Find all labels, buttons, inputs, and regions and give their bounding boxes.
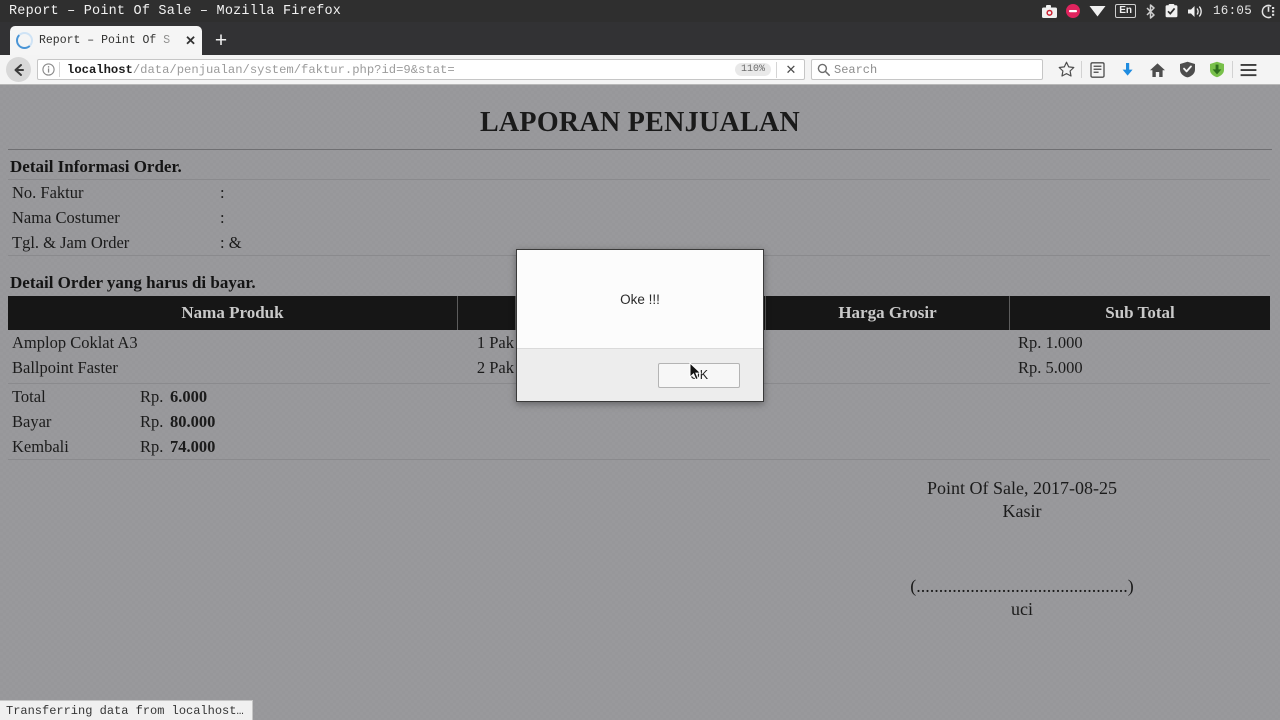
tray-clock[interactable]: 16:05 [1213,4,1252,18]
status-text: Transferring data from localhost… [6,703,244,718]
totals-label: Total [12,386,46,406]
addon-download-icon[interactable] [1202,57,1232,83]
cell-nama-produk: Amplop Coklat A3 [12,333,138,352]
footer-role: Kasir [1002,501,1042,521]
wifi-icon[interactable] [1089,5,1106,17]
new-tab-button[interactable]: + [212,30,230,51]
stop-loading-icon[interactable]: ✕ [781,62,801,78]
library-icon[interactable] [1082,57,1112,83]
info-label: No. Faktur [12,182,84,202]
totals-label: Bayar [12,411,52,431]
url-path: /data/penjualan/system/faktur.php?id=9&s… [132,62,455,77]
url-text: localhost/data/penjualan/system/faktur.p… [67,63,735,77]
cell-harga-grosir [766,355,1010,380]
cell-harga-grosir [766,330,1010,355]
page-title: LAPORAN PENJUALAN [479,107,801,138]
back-button[interactable] [6,57,31,82]
keyboard-layout-icon[interactable]: En [1115,4,1136,18]
url-host: localhost [67,62,133,77]
downloads-icon[interactable] [1112,57,1142,83]
cell-sub-total: Rp. 5.000 [1018,358,1083,377]
address-bar-divider [59,62,60,77]
totals-currency: Rp. [140,436,164,456]
totals-currency: Rp. [140,411,164,431]
column-header-nama-produk: Nama Produk [8,296,458,330]
column-header-sub-total: Sub Total [1105,303,1175,322]
search-input[interactable]: Search [834,63,877,77]
navigation-toolbar: localhost/data/penjualan/system/faktur.p… [0,55,1280,85]
zoom-level-badge[interactable]: 110% [734,63,771,76]
section-heading-info: Detail Informasi Order. [10,157,182,176]
tab-loading-spinner-icon [16,32,33,49]
browser-toolbar-icons [1051,57,1263,83]
window-title: Report – Point Of Sale – Mozilla Firefox [9,3,342,19]
camera-icon[interactable] [1042,4,1058,18]
checkbox-icon[interactable] [1165,4,1178,18]
info-row: Nama Costumer : [8,205,1270,230]
totals-label: Kembali [12,436,69,456]
info-label: Tgl. & Jam Order [12,232,130,252]
do-not-disturb-icon[interactable] [1066,4,1081,18]
totals-currency: Rp. [140,386,164,406]
tab-title: Report – Point Of S [39,34,171,47]
address-bar[interactable]: localhost/data/penjualan/system/faktur.p… [37,59,805,80]
info-label: Nama Costumer [12,207,120,227]
order-info-table: No. Faktur : Nama Costumer : Tgl. & Jam … [8,179,1270,256]
browser-tab[interactable]: Report – Point Of S ✕ [10,26,202,55]
totals-amount: 6.000 [170,386,208,406]
cell-sub-total: Rp. 1.000 [1018,333,1083,352]
column-header-harga-grosir: Harga Grosir [766,296,1010,330]
section-heading-order: Detail Order yang harus di bayar. [10,273,256,292]
alert-footer: OK [517,348,763,401]
cell-qty: 2 Pak [476,358,514,377]
totals-amount: 74.000 [170,436,216,456]
volume-icon[interactable] [1187,5,1204,18]
title-divider [8,149,1272,150]
column-header-qty [458,296,516,330]
info-value: : [220,182,225,202]
zoom-divider [776,61,777,78]
shield-icon[interactable] [1172,57,1202,83]
site-info-icon[interactable] [38,63,59,76]
system-tray: En 16:05 [1042,0,1276,22]
search-bar[interactable]: Search [811,59,1043,80]
alert-dialog: Oke !!! OK [516,249,764,402]
status-bar: Transferring data from localhost… [0,700,253,720]
close-icon[interactable]: ✕ [185,34,196,47]
power-icon[interactable] [1261,4,1276,19]
search-icon [812,63,834,76]
totals-amount: 80.000 [170,411,216,431]
totals-row: Kembali Rp. 74.000 [8,434,1270,459]
home-icon[interactable] [1142,57,1172,83]
cell-nama-produk: Ballpoint Faster [12,358,118,377]
report-footer: Point Of Sale, 2017-08-25 Kasir (.......… [772,477,1272,621]
bookmark-star-icon[interactable] [1051,57,1081,83]
bluetooth-icon[interactable] [1145,3,1156,19]
footer-place-date: Point Of Sale, 2017-08-25 [927,478,1117,498]
totals-row: Bayar Rp. 80.000 [8,409,1270,434]
info-row: No. Faktur : [8,180,1270,205]
footer-signer-name: uci [1011,599,1033,619]
tab-strip: Report – Point Of S ✕ + [0,22,1280,55]
footer-signature-line: (.......................................… [910,576,1134,596]
cell-qty: 1 Pak [476,333,514,352]
page-content: LAPORAN PENJUALAN Detail Informasi Order… [0,85,1280,720]
ok-button[interactable]: OK [658,362,740,388]
info-value: : [220,207,225,227]
alert-message: Oke !!! [620,291,660,307]
hamburger-menu-icon[interactable] [1233,57,1263,83]
os-title-bar: Report – Point Of Sale – Mozilla Firefox… [0,0,1280,22]
